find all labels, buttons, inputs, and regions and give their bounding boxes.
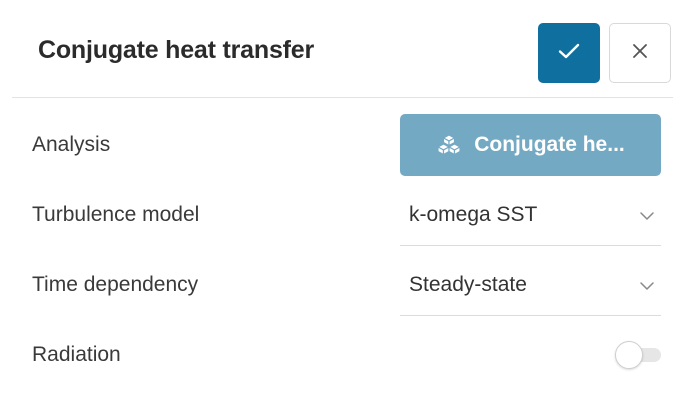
time-dependency-value: Steady-state	[409, 273, 527, 296]
analysis-label: Analysis	[32, 133, 111, 156]
panel-title: Conjugate heat transfer	[38, 36, 315, 64]
analysis-type-button[interactable]: Conjugate he...	[400, 114, 661, 176]
cancel-button[interactable]	[609, 23, 671, 83]
analysis-button-label: Conjugate he...	[474, 133, 625, 156]
turbulence-model-label: Turbulence model	[32, 203, 200, 226]
turbulence-model-value: k-omega SST	[409, 203, 538, 226]
toggle-knob	[615, 341, 643, 369]
header-divider	[12, 97, 673, 98]
radiation-toggle[interactable]	[615, 341, 661, 369]
conjugate-heat-transfer-panel: Conjugate heat transfer Analysis Conjuga…	[0, 0, 673, 394]
cubes-icon	[436, 134, 462, 156]
confirm-button[interactable]	[538, 23, 600, 83]
check-icon	[558, 42, 580, 65]
chevron-down-icon	[639, 209, 655, 221]
radiation-label: Radiation	[32, 343, 121, 366]
time-dependency-select[interactable]: Steady-state	[400, 255, 661, 316]
panel-header: Conjugate heat transfer	[0, 0, 673, 98]
time-dependency-label: Time dependency	[32, 273, 199, 296]
turbulence-model-select[interactable]: k-omega SST	[400, 185, 661, 246]
chevron-down-icon	[639, 279, 655, 291]
close-icon	[632, 43, 648, 64]
